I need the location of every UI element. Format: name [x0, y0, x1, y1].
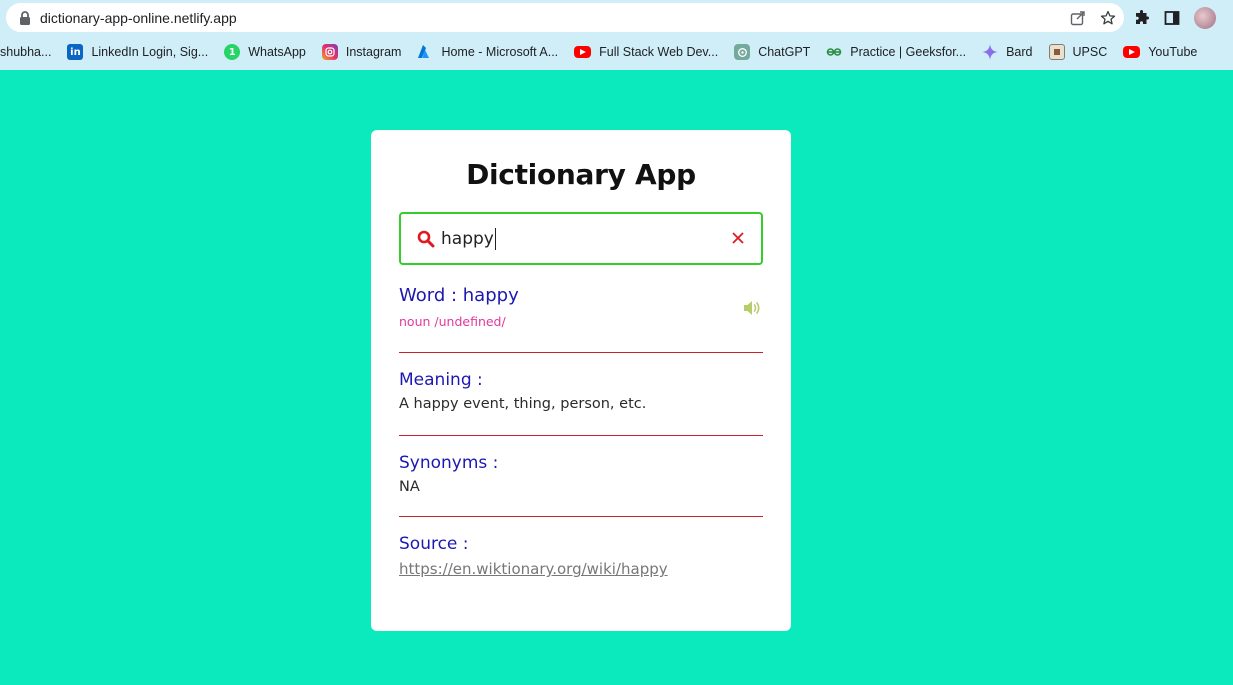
- bard-icon: [982, 44, 999, 60]
- bookmark-label: Full Stack Web Dev...: [599, 45, 719, 59]
- youtube-icon: [1123, 46, 1141, 58]
- bookmark-item[interactable]: Instagram: [314, 38, 410, 66]
- divider: [399, 435, 763, 436]
- bookmark-item[interactable]: Bard: [974, 38, 1040, 66]
- address-bar[interactable]: dictionary-app-online.netlify.app: [6, 3, 1124, 32]
- bookmark-label: shubha...: [0, 45, 52, 59]
- dictionary-card: Dictionary App Word : happy noun /undefi…: [371, 130, 791, 631]
- text-cursor: [495, 228, 496, 250]
- bookmark-star-icon[interactable]: [1100, 10, 1116, 26]
- side-panel-icon[interactable]: [1164, 10, 1180, 26]
- source-section: Source : https://en.wiktionary.org/wiki/…: [399, 534, 763, 579]
- geeksforgeeks-icon: [826, 44, 842, 60]
- source-heading: Source :: [399, 534, 469, 554]
- search-input[interactable]: [441, 226, 721, 252]
- search-box[interactable]: [399, 212, 763, 265]
- bookmark-item[interactable]: in LinkedIn Login, Sig...: [59, 38, 216, 66]
- bookmark-label: Practice | Geeksfor...: [850, 45, 967, 59]
- source-link[interactable]: https://en.wiktionary.org/wiki/happy: [399, 560, 668, 578]
- chatgpt-icon: [734, 44, 751, 60]
- bookmark-item[interactable]: 1 WhatsApp: [216, 38, 314, 66]
- bookmark-label: Bard: [1006, 45, 1033, 59]
- lock-icon[interactable]: [10, 3, 40, 32]
- close-icon[interactable]: [731, 231, 745, 250]
- synonyms-text: NA: [399, 479, 420, 495]
- bookmark-label: YouTube: [1148, 45, 1198, 59]
- word-section: Word : happy noun /undefined/: [399, 285, 763, 329]
- bookmark-item[interactable]: YouTube: [1115, 38, 1205, 66]
- synonyms-heading: Synonyms :: [399, 453, 499, 473]
- profile-avatar[interactable]: [1194, 6, 1216, 29]
- divider: [399, 516, 763, 517]
- bookmark-item[interactable]: Practice | Geeksfor...: [818, 38, 974, 66]
- meaning-heading: Meaning :: [399, 370, 483, 390]
- bookmark-item[interactable]: Full Stack Web Dev...: [566, 38, 726, 66]
- upsc-icon: [1048, 44, 1065, 60]
- search-icon[interactable]: [417, 230, 435, 253]
- youtube-icon: [574, 46, 592, 58]
- bookmark-label: UPSC: [1072, 45, 1108, 59]
- meaning-text: A happy event, thing, person, etc.: [399, 396, 647, 412]
- meaning-section: Meaning : A happy event, thing, person, …: [399, 370, 763, 412]
- bookmark-label: ChatGPT: [758, 45, 811, 59]
- speaker-icon[interactable]: [743, 300, 762, 321]
- azure-icon: [417, 44, 433, 60]
- bookmark-label: Home - Microsoft A...: [441, 45, 559, 59]
- browser-chrome: dictionary-app-online.netlify.app shubha…: [0, 0, 1233, 70]
- instagram-icon: [321, 44, 338, 60]
- extensions-icon[interactable]: [1134, 9, 1150, 26]
- phonetic-text: noun /undefined/: [399, 314, 506, 329]
- bookmark-label: Instagram: [345, 45, 402, 59]
- bookmarks-bar: shubha... in LinkedIn Login, Sig... 1 Wh…: [0, 36, 1233, 68]
- word-heading: Word : happy: [399, 285, 519, 306]
- bookmark-label: LinkedIn Login, Sig...: [91, 45, 209, 59]
- page-title: Dictionary App: [466, 158, 696, 191]
- linkedin-icon: in: [67, 44, 84, 60]
- bookmark-item[interactable]: Home - Microsoft A...: [409, 38, 566, 66]
- url-text[interactable]: dictionary-app-online.netlify.app: [40, 10, 237, 26]
- bookmark-item[interactable]: ChatGPT: [726, 38, 818, 66]
- synonyms-section: Synonyms : NA: [399, 453, 763, 495]
- bookmark-item[interactable]: UPSC: [1041, 38, 1116, 66]
- share-icon[interactable]: [1070, 10, 1086, 26]
- divider: [399, 352, 763, 353]
- whatsapp-icon: 1: [224, 44, 241, 60]
- bookmark-item[interactable]: shubha...: [0, 38, 59, 66]
- bookmark-label: WhatsApp: [248, 45, 306, 59]
